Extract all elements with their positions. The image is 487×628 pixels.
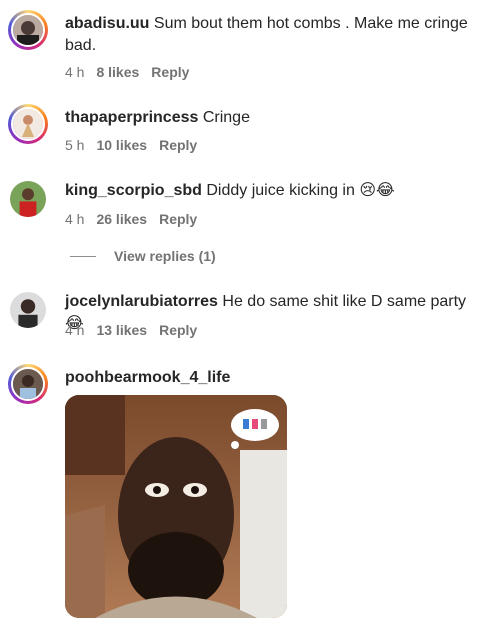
comment-likes[interactable]: 26 likes: [96, 211, 147, 227]
avatar[interactable]: [8, 104, 48, 144]
comment-likes[interactable]: 13 likes: [96, 322, 147, 338]
comment-time: 4 h: [65, 211, 85, 227]
gif-image[interactable]: [65, 395, 287, 618]
avatar[interactable]: [8, 364, 48, 404]
comment-text: Cringe: [202, 109, 250, 126]
reply-button[interactable]: Reply: [159, 137, 197, 153]
view-replies-button[interactable]: View replies (1): [70, 248, 216, 264]
avatar[interactable]: [10, 292, 46, 328]
comment-username[interactable]: abadisu.uu: [65, 15, 149, 32]
comment-username[interactable]: king_scorpio_sbd: [65, 182, 202, 199]
avatar[interactable]: [8, 10, 48, 50]
comment-likes[interactable]: 10 likes: [96, 137, 147, 153]
view-replies-label: View replies (1): [114, 248, 216, 264]
comment-time: 4 h: [65, 322, 85, 338]
avatar[interactable]: [10, 181, 46, 217]
reply-button[interactable]: Reply: [159, 322, 197, 338]
comment-username[interactable]: poohbearmook_4_life: [65, 369, 230, 386]
comment-username[interactable]: jocelynlarubiatorres: [65, 293, 218, 310]
comment-likes[interactable]: 8 likes: [96, 64, 139, 80]
comment-time: 4 h: [65, 64, 85, 80]
comment-username[interactable]: thapaperprincess: [65, 109, 198, 126]
reply-button[interactable]: Reply: [151, 64, 189, 80]
comment-text: Diddy juice kicking in 😢😂: [206, 182, 395, 199]
divider: [70, 255, 96, 257]
comment-time: 5 h: [65, 137, 85, 153]
reply-button[interactable]: Reply: [159, 211, 197, 227]
